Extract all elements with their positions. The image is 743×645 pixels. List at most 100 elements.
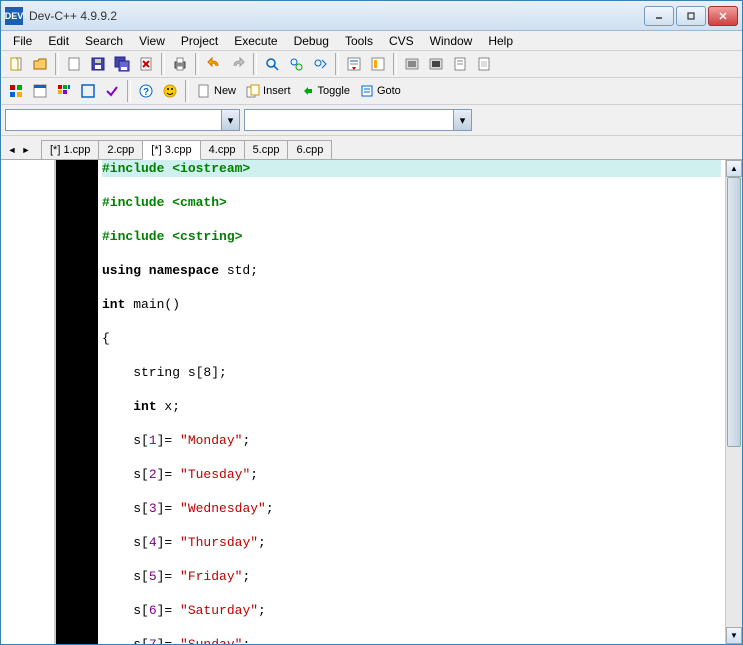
code-line[interactable]: s[5]= "Friday"; xyxy=(102,568,721,585)
find-icon[interactable] xyxy=(261,53,283,75)
tab-3cpp[interactable]: [*] 3.cpp xyxy=(142,140,200,160)
minimize-button[interactable] xyxy=(644,6,674,26)
menu-debug[interactable]: Debug xyxy=(286,32,337,50)
fullscreen-icon[interactable] xyxy=(77,80,99,102)
titlebar: DEV Dev-C++ 4.9.9.2 xyxy=(1,1,742,31)
open-project-icon[interactable] xyxy=(29,53,51,75)
code-line[interactable]: { xyxy=(102,330,721,347)
toggle-button[interactable]: Toggle xyxy=(297,80,354,102)
separator xyxy=(195,53,199,75)
code-line[interactable]: #include <cstring> xyxy=(102,228,721,245)
window-title: Dev-C++ 4.9.9.2 xyxy=(29,9,644,23)
class-combo[interactable]: ▾ xyxy=(5,109,240,131)
file-tabs: [*] 1.cpp 2.cpp [*] 3.cpp 4.cpp 5.cpp 6.… xyxy=(41,140,331,159)
tab-1cpp[interactable]: [*] 1.cpp xyxy=(41,140,99,159)
menu-execute[interactable]: Execute xyxy=(226,32,285,50)
menu-tools[interactable]: Tools xyxy=(337,32,381,50)
code-line[interactable]: string s[8]; xyxy=(102,364,721,381)
window-buttons xyxy=(644,6,738,26)
function-combo[interactable]: ▾ xyxy=(244,109,472,131)
undo-icon[interactable] xyxy=(203,53,225,75)
scroll-track[interactable] xyxy=(726,177,742,627)
tab-5cpp[interactable]: 5.cpp xyxy=(244,140,289,159)
goto-line-icon[interactable] xyxy=(343,53,365,75)
code-line[interactable]: #include <iostream> xyxy=(102,160,721,177)
dropdown-icon[interactable]: ▾ xyxy=(221,110,239,130)
separator xyxy=(127,80,131,102)
scroll-up-icon[interactable]: ▲ xyxy=(726,160,742,177)
tab-2cpp[interactable]: 2.cpp xyxy=(98,140,143,159)
compile-icon[interactable] xyxy=(401,53,423,75)
new-button[interactable]: New xyxy=(193,80,240,102)
redo-icon[interactable] xyxy=(227,53,249,75)
goto-button[interactable]: Goto xyxy=(356,80,405,102)
menu-search[interactable]: Search xyxy=(77,32,131,50)
window-icon[interactable] xyxy=(29,80,51,102)
menubar: File Edit Search View Project Execute De… xyxy=(1,31,742,51)
menu-cvs[interactable]: CVS xyxy=(381,32,422,50)
code-line[interactable]: using namespace std; xyxy=(102,262,721,279)
separator xyxy=(393,53,397,75)
tab-nav: ◄ ► xyxy=(5,141,33,159)
code-line[interactable]: s[3]= "Wednesday"; xyxy=(102,500,721,517)
class-browser-panel[interactable] xyxy=(1,160,56,644)
menu-project[interactable]: Project xyxy=(173,32,226,50)
menu-file[interactable]: File xyxy=(5,32,40,50)
menu-help[interactable]: Help xyxy=(480,32,521,50)
new-file-icon[interactable] xyxy=(63,53,85,75)
check-icon[interactable] xyxy=(101,80,123,102)
insert-button[interactable]: Insert xyxy=(242,80,295,102)
toolbar-secondary: ? New Insert Toggle Goto xyxy=(1,78,742,105)
save-all-icon[interactable] xyxy=(111,53,133,75)
menu-view[interactable]: View xyxy=(131,32,173,50)
about-icon[interactable] xyxy=(159,80,181,102)
find-next-icon[interactable] xyxy=(309,53,331,75)
vertical-scrollbar[interactable]: ▲ ▼ xyxy=(725,160,742,644)
separator xyxy=(335,53,339,75)
replace-icon[interactable] xyxy=(285,53,307,75)
tab-scroll-right[interactable]: ► xyxy=(19,141,33,159)
separator xyxy=(253,53,257,75)
new-source-icon[interactable] xyxy=(5,53,27,75)
code-line[interactable]: s[4]= "Thursday"; xyxy=(102,534,721,551)
scroll-down-icon[interactable]: ▼ xyxy=(726,627,742,644)
separator xyxy=(185,80,189,102)
code-line[interactable]: int x; xyxy=(102,398,721,415)
code-line[interactable]: int main() xyxy=(102,296,721,313)
print-icon[interactable] xyxy=(169,53,191,75)
svg-text:?: ? xyxy=(143,87,149,98)
separator xyxy=(55,53,59,75)
help-icon[interactable]: ? xyxy=(135,80,157,102)
run-icon[interactable] xyxy=(425,53,447,75)
code-line[interactable]: s[1]= "Monday"; xyxy=(102,432,721,449)
goto-bookmark-icon[interactable] xyxy=(367,53,389,75)
close-file-icon[interactable] xyxy=(135,53,157,75)
toolbar-main xyxy=(1,51,742,78)
grid-colored-icon[interactable] xyxy=(53,80,75,102)
dropdown-icon[interactable]: ▾ xyxy=(453,110,471,130)
save-icon[interactable] xyxy=(87,53,109,75)
tab-4cpp[interactable]: 4.cpp xyxy=(200,140,245,159)
app-icon: DEV xyxy=(5,7,23,25)
separator xyxy=(161,53,165,75)
app-window: DEV Dev-C++ 4.9.9.2 File Edit Search Vie… xyxy=(0,0,743,645)
code-line[interactable]: s[6]= "Saturday"; xyxy=(102,602,721,619)
code-line[interactable]: s[2]= "Tuesday"; xyxy=(102,466,721,483)
rebuild-icon[interactable] xyxy=(473,53,495,75)
editor-area: #include <iostream> #include <cmath> #in… xyxy=(1,160,742,644)
menu-edit[interactable]: Edit xyxy=(40,32,77,50)
grid4-icon[interactable] xyxy=(5,80,27,102)
maximize-button[interactable] xyxy=(676,6,706,26)
scroll-thumb[interactable] xyxy=(727,177,741,447)
combo-row: ▾ ▾ xyxy=(1,105,742,136)
menu-window[interactable]: Window xyxy=(422,32,481,50)
tab-scroll-left[interactable]: ◄ xyxy=(5,141,19,159)
editor-gutter xyxy=(56,160,98,644)
tab-row: ◄ ► [*] 1.cpp 2.cpp [*] 3.cpp 4.cpp 5.cp… xyxy=(1,136,742,160)
code-line[interactable]: s[7]= "Sunday"; xyxy=(102,636,721,644)
code-editor[interactable]: #include <iostream> #include <cmath> #in… xyxy=(98,160,725,644)
compile-run-icon[interactable] xyxy=(449,53,471,75)
code-line[interactable]: #include <cmath> xyxy=(102,194,721,211)
close-button[interactable] xyxy=(708,6,738,26)
tab-6cpp[interactable]: 6.cpp xyxy=(287,140,332,159)
